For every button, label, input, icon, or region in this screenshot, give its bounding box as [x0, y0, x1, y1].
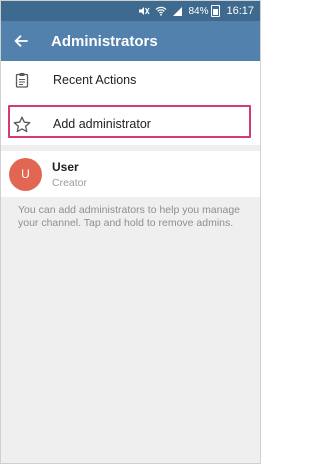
app-bar: Administrators [1, 21, 260, 61]
wifi-icon [155, 6, 167, 16]
add-administrator-item[interactable]: Add administrator [1, 105, 260, 143]
status-time: 16:17 [226, 5, 254, 17]
mute-icon [138, 6, 150, 16]
page-title: Administrators [51, 32, 158, 50]
back-button[interactable] [1, 21, 41, 61]
app-screen: 84% 16:17 Administrators Recent Actions [0, 0, 261, 464]
recent-actions-item[interactable]: Recent Actions [1, 61, 260, 99]
signal-icon [172, 6, 183, 16]
user-role: Creator [52, 176, 88, 189]
battery-percent: 84% [188, 5, 209, 17]
recent-actions-label: Recent Actions [53, 73, 137, 87]
clipboard-icon [2, 72, 42, 88]
admin-help-text: You can add administrators to help you m… [18, 204, 241, 229]
user-name: User [52, 159, 79, 174]
admin-menu: Recent Actions Add administrator [1, 61, 260, 145]
battery-icon [211, 5, 221, 17]
add-administrator-label: Add administrator [53, 117, 151, 131]
avatar: U [9, 157, 42, 191]
back-arrow-icon [14, 35, 28, 47]
star-icon [2, 116, 42, 133]
status-bar: 84% 16:17 [1, 1, 260, 21]
admin-user-row[interactable]: U User Creator [1, 151, 260, 197]
